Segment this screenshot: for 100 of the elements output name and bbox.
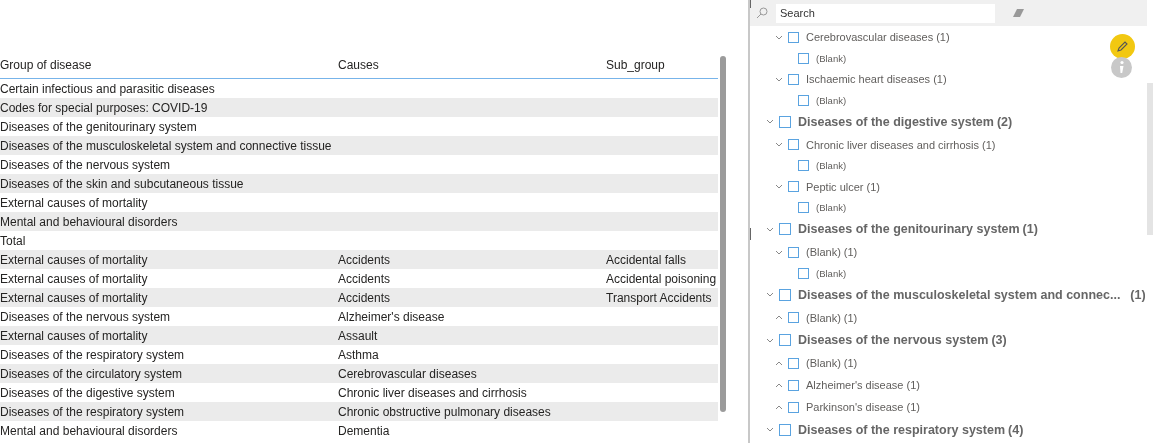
table-cell-text: External causes of mortality — [0, 252, 149, 267]
item-count: (1) — [843, 357, 858, 369]
item-count: (1) — [1022, 222, 1038, 237]
item-count: (1) — [906, 401, 920, 413]
pencil-icon[interactable] — [1110, 34, 1135, 59]
table-cell-text: Diseases of the nervous system — [0, 309, 172, 324]
chevron-down-icon[interactable] — [766, 226, 774, 232]
search-field[interactable]: Search — [776, 3, 995, 23]
checkbox[interactable] — [798, 267, 809, 279]
group-label[interactable]: Diseases of the musculoskeletal system and connec... — [798, 287, 1121, 302]
item-label[interactable]: (Blank) — [816, 267, 847, 279]
chevron-down-icon[interactable] — [775, 142, 783, 147]
chevron-up-icon[interactable] — [775, 382, 783, 388]
chevron-down-icon[interactable] — [775, 76, 783, 82]
item-count: (1) — [982, 138, 996, 151]
table-cell-text: Diseases of the nervous system — [0, 157, 172, 172]
table-cell-text: External causes of mortality — [0, 328, 149, 343]
table-cell-text: Mental and behavioural disorders — [0, 214, 179, 229]
item-label[interactable]: (Blank) — [806, 311, 841, 324]
group-label[interactable]: Diseases of the genitourinary system — [798, 222, 1020, 237]
chevron-down-icon[interactable] — [766, 337, 774, 343]
checkbox[interactable] — [779, 334, 791, 347]
item-label[interactable]: Alzheimer's disease — [806, 379, 904, 391]
item-label[interactable]: Ischaemic heart diseases — [806, 73, 931, 85]
item-count: (1) — [1130, 287, 1146, 302]
group-label[interactable]: Diseases of the digestive system — [798, 114, 994, 129]
item-count: (1) — [843, 311, 858, 324]
table-cell-text: Certain infectious and parasitic diseases — [0, 81, 216, 96]
scrollbar[interactable] — [720, 56, 726, 412]
chevron-down-icon[interactable] — [775, 249, 783, 255]
item-label[interactable]: Parkinson's disease — [806, 401, 904, 413]
checkbox[interactable] — [798, 52, 809, 64]
checkbox[interactable] — [788, 312, 799, 323]
chevron-down-icon[interactable] — [775, 184, 783, 189]
checkbox[interactable] — [798, 94, 809, 106]
table-cell-text: Diseases of the circulatory system — [0, 366, 184, 381]
table-cell-text: Diseases of the respiratory system — [0, 347, 186, 362]
item-label[interactable]: (Blank) — [816, 160, 847, 171]
table-cell-text: Diseases of the respiratory system — [0, 404, 186, 419]
table-cell-text: Transport Accidents — [606, 290, 713, 305]
table-cell-text: Diseases of the genitourinary system — [0, 119, 198, 134]
table-cell-text: External causes of mortality — [0, 195, 149, 210]
checkbox[interactable] — [788, 246, 799, 258]
checkbox[interactable] — [798, 202, 809, 213]
checkbox[interactable] — [798, 160, 809, 171]
scrollbar[interactable] — [1147, 83, 1153, 235]
column-header[interactable]: Sub_group — [606, 58, 718, 72]
checkbox[interactable] — [779, 223, 791, 236]
checkbox[interactable] — [788, 181, 799, 192]
column-header[interactable]: Causes — [338, 58, 606, 72]
chevron-up-icon[interactable] — [775, 360, 783, 366]
table-cell-text: Dementia — [338, 423, 391, 438]
checkbox[interactable] — [788, 379, 799, 391]
table-cell-text: Accidental falls — [606, 252, 688, 267]
item-count: (1) — [936, 31, 950, 43]
table-cell-text: Codes for special purposes: COVID-19 — [0, 100, 209, 115]
chevron-up-icon[interactable] — [775, 315, 783, 320]
checkbox[interactable] — [788, 139, 799, 150]
table-cell-text: Diseases of the digestive system — [0, 385, 176, 400]
table-cell-text: Chronic obstructive pulmonary diseases — [338, 404, 552, 419]
table-cell-text: Mental and behavioural disorders — [0, 423, 179, 438]
chevron-down-icon[interactable] — [766, 427, 774, 433]
table-cell-text: Assault — [338, 328, 379, 343]
checkbox[interactable] — [779, 115, 791, 128]
item-label[interactable]: Peptic ulcer — [806, 180, 864, 193]
table-cell-text: External causes of mortality — [0, 290, 149, 305]
checkbox[interactable] — [788, 31, 799, 43]
table-cell-text: Accidents — [338, 271, 392, 286]
chevron-down-icon[interactable] — [775, 34, 783, 40]
checkbox[interactable] — [788, 73, 799, 85]
chevron-down-icon[interactable] — [766, 119, 774, 125]
item-count: (2) — [996, 114, 1013, 129]
item-label[interactable]: (Blank) — [816, 52, 847, 64]
table-cell-text: Accidents — [338, 290, 392, 305]
chevron-down-icon[interactable] — [766, 292, 774, 298]
item-label[interactable]: Chronic liver diseases and cirrhosis — [806, 138, 979, 151]
item-label[interactable]: (Blank) — [816, 202, 847, 213]
item-label[interactable]: Cerebrovascular diseases — [806, 31, 934, 43]
item-label[interactable]: (Blank) — [816, 94, 847, 106]
item-count: (1) — [866, 180, 880, 193]
table-cell-text: Chronic liver diseases and cirrhosis — [338, 385, 528, 400]
eraser-icon[interactable] — [1013, 9, 1024, 17]
group-label[interactable]: Diseases of the respiratory system — [798, 422, 1006, 437]
table-cell-text: Asthma — [338, 347, 380, 362]
item-count: (1) — [843, 246, 858, 258]
item-label[interactable]: (Blank) — [806, 357, 841, 369]
group-label[interactable]: Diseases of the nervous system — [798, 333, 989, 348]
checkbox[interactable] — [779, 423, 791, 436]
table-cell-text: Diseases of the musculoskeletal system and connective tissue — [0, 138, 333, 153]
table-cell-text: Cerebrovascular diseases — [338, 366, 478, 381]
column-header[interactable]: Group of disease — [0, 58, 338, 72]
checkbox[interactable] — [779, 288, 791, 301]
checkbox[interactable] — [788, 401, 799, 413]
item-count: (1) — [933, 73, 947, 85]
table-cell-text: Alzheimer's disease — [338, 309, 446, 324]
checkbox[interactable] — [788, 357, 799, 369]
item-label[interactable]: (Blank) — [806, 246, 841, 258]
item-count: (1) — [906, 379, 920, 391]
table-cell-text: External causes of mortality — [0, 271, 149, 286]
chevron-up-icon[interactable] — [775, 404, 783, 410]
